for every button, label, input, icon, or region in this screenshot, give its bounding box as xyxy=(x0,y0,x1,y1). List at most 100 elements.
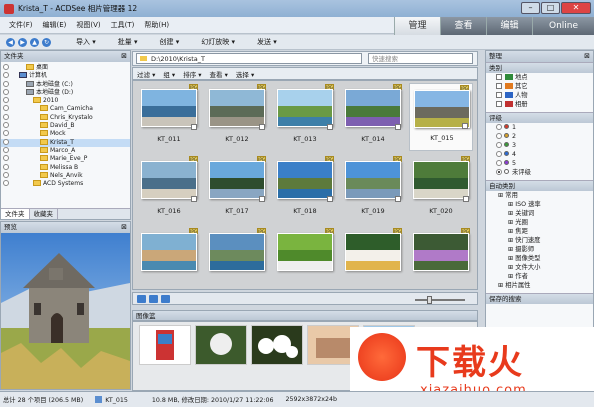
minimize-button[interactable]: – xyxy=(521,2,540,14)
mode-manage-tab[interactable]: 管理 xyxy=(394,17,440,35)
collapse-icon[interactable] xyxy=(149,295,158,303)
thumbnail-image[interactable] xyxy=(209,161,265,199)
auto-category-item[interactable]: ⊞ 作者 xyxy=(486,272,593,281)
include-radio[interactable] xyxy=(3,138,9,145)
thumbnail-item[interactable]: JPG KT_019 xyxy=(341,155,405,223)
include-radio[interactable] xyxy=(3,155,9,162)
folder-tree-item[interactable]: Cam_Camicha xyxy=(1,105,130,113)
sort-menu[interactable]: 排序 ▾ xyxy=(183,69,201,79)
pin-icon[interactable]: ⊠ xyxy=(121,222,127,233)
category-checkbox[interactable] xyxy=(496,74,502,80)
folder-tree-item[interactable]: Mock xyxy=(1,130,130,138)
quick-search-input[interactable]: 快速搜索 xyxy=(368,53,473,64)
slideshow-button[interactable]: 幻灯放映 ▾ xyxy=(201,37,235,47)
filter-menu[interactable]: 过滤 ▾ xyxy=(137,69,155,79)
thumbnail-item[interactable]: JPG xyxy=(137,227,201,295)
include-radio[interactable] xyxy=(3,64,9,70)
zoom-slider[interactable] xyxy=(415,296,465,304)
thumbnail-item[interactable]: JPG xyxy=(273,227,337,295)
thumbnail-item[interactable]: JPG KT_017 xyxy=(205,155,269,223)
include-radio[interactable] xyxy=(3,180,9,187)
folder-tree-item[interactable]: ACD Systems xyxy=(1,180,130,188)
rating-item[interactable]: 4 xyxy=(486,150,593,159)
select-checkbox[interactable] xyxy=(395,124,401,130)
auto-category-item[interactable]: ⊞ 关键词 xyxy=(486,209,593,218)
thumbnail-item[interactable]: JPG KT_018 xyxy=(273,155,337,223)
rating-item[interactable]: 3 xyxy=(486,141,593,150)
category-item[interactable]: 相册 xyxy=(486,100,593,109)
categories-header[interactable]: 类别 xyxy=(486,62,593,73)
ratings-header[interactable]: 评级 xyxy=(486,112,593,123)
select-checkbox[interactable] xyxy=(395,196,401,202)
rating-item[interactable]: 未评级 xyxy=(486,168,593,177)
rating-item[interactable]: 1 xyxy=(486,123,593,132)
thumbnail-item[interactable]: JPG xyxy=(409,227,473,295)
tab-folders[interactable]: 文件夹 xyxy=(1,209,30,219)
include-radio[interactable] xyxy=(3,146,9,153)
include-radio[interactable] xyxy=(3,122,9,129)
thumbnail-image[interactable] xyxy=(277,89,333,127)
rating-radio[interactable] xyxy=(496,160,502,166)
include-radio[interactable] xyxy=(3,105,9,112)
thumbnail-item[interactable]: JPG xyxy=(341,227,405,295)
include-radio[interactable] xyxy=(3,130,9,137)
select-checkbox[interactable] xyxy=(462,123,468,129)
folder-tree-item[interactable]: David_B xyxy=(1,122,130,130)
category-item[interactable]: 人物 xyxy=(486,91,593,100)
mode-view-tab[interactable]: 查看 xyxy=(440,17,486,35)
folder-tree-item[interactable]: Chris_Krystalo xyxy=(1,113,130,122)
include-radio[interactable] xyxy=(3,171,9,178)
thumbnail-item[interactable]: JPG KT_016 xyxy=(137,155,201,223)
folder-tree-item[interactable]: 2010 xyxy=(1,97,130,105)
thumbnail-image[interactable] xyxy=(209,89,265,127)
folder-tree-item[interactable]: 桌面 xyxy=(1,64,130,72)
tab-favorites[interactable]: 收藏夹 xyxy=(30,209,58,219)
select-checkbox[interactable] xyxy=(463,196,469,202)
rating-radio[interactable] xyxy=(496,124,502,130)
include-radio[interactable] xyxy=(3,97,9,104)
folder-tree-item[interactable]: Krista_T xyxy=(1,138,130,147)
thumbnail-item[interactable]: JPG KT_011 xyxy=(137,83,201,151)
category-item[interactable]: 其它 xyxy=(486,82,593,91)
close-button[interactable]: ✕ xyxy=(561,2,591,14)
thumbnail-item[interactable]: JPG KT_020 xyxy=(409,155,473,223)
rating-radio[interactable] xyxy=(496,169,502,175)
auto-categories-header[interactable]: 自动类别 xyxy=(486,180,593,191)
thumbnail-image[interactable] xyxy=(345,89,401,127)
thumbnail-image[interactable] xyxy=(345,233,401,271)
auto-category-item[interactable]: ⊞ 相片属性 xyxy=(486,281,593,290)
folder-tree-item[interactable]: 本地磁盘 (D:) xyxy=(1,88,130,97)
rating-radio[interactable] xyxy=(496,142,502,148)
thumbnail-item[interactable]: JPG xyxy=(205,227,269,295)
thumbnail-image[interactable] xyxy=(277,161,333,199)
rating-radio[interactable] xyxy=(496,133,502,139)
mode-online-tab[interactable]: Online xyxy=(532,17,594,35)
saved-searches-header[interactable]: 保存的搜索 xyxy=(486,293,593,304)
send-button[interactable]: 发送 ▾ xyxy=(257,37,277,47)
folder-tree-item[interactable]: Marco_A xyxy=(1,146,130,155)
path-field[interactable]: D:\2010\Krista_T xyxy=(136,53,362,64)
folder-tree-item[interactable]: Melissa B xyxy=(1,163,130,172)
include-radio[interactable] xyxy=(3,80,9,87)
auto-category-item[interactable]: ⊞ 文件大小 xyxy=(486,263,593,272)
thumbnail-image[interactable] xyxy=(141,233,197,271)
menu-edit[interactable]: 编辑(E) xyxy=(38,20,72,30)
category-checkbox[interactable] xyxy=(496,92,502,98)
batch-button[interactable]: 批量 ▾ xyxy=(118,37,138,47)
folder-tree-item[interactable]: Marie_Eve_P xyxy=(1,155,130,163)
create-button[interactable]: 创建 ▾ xyxy=(160,37,180,47)
category-item[interactable]: 地点 xyxy=(486,73,593,82)
filter-icon[interactable] xyxy=(137,295,146,303)
mode-edit-tab[interactable]: 编辑 xyxy=(486,17,532,35)
select-checkbox[interactable] xyxy=(191,124,197,130)
select-checkbox[interactable] xyxy=(259,124,265,130)
thumbnail-item[interactable]: JPG KT_015 xyxy=(409,83,473,151)
select-checkbox[interactable] xyxy=(327,196,333,202)
include-radio[interactable] xyxy=(3,88,9,95)
auto-category-item[interactable]: ⊞ 常用 xyxy=(486,191,593,200)
category-checkbox[interactable] xyxy=(496,83,502,89)
menu-view[interactable]: 视图(V) xyxy=(71,20,105,30)
forward-icon[interactable]: ▶ xyxy=(18,37,27,47)
thumbnail-image[interactable] xyxy=(141,161,197,199)
thumbnail-image[interactable] xyxy=(141,89,197,127)
